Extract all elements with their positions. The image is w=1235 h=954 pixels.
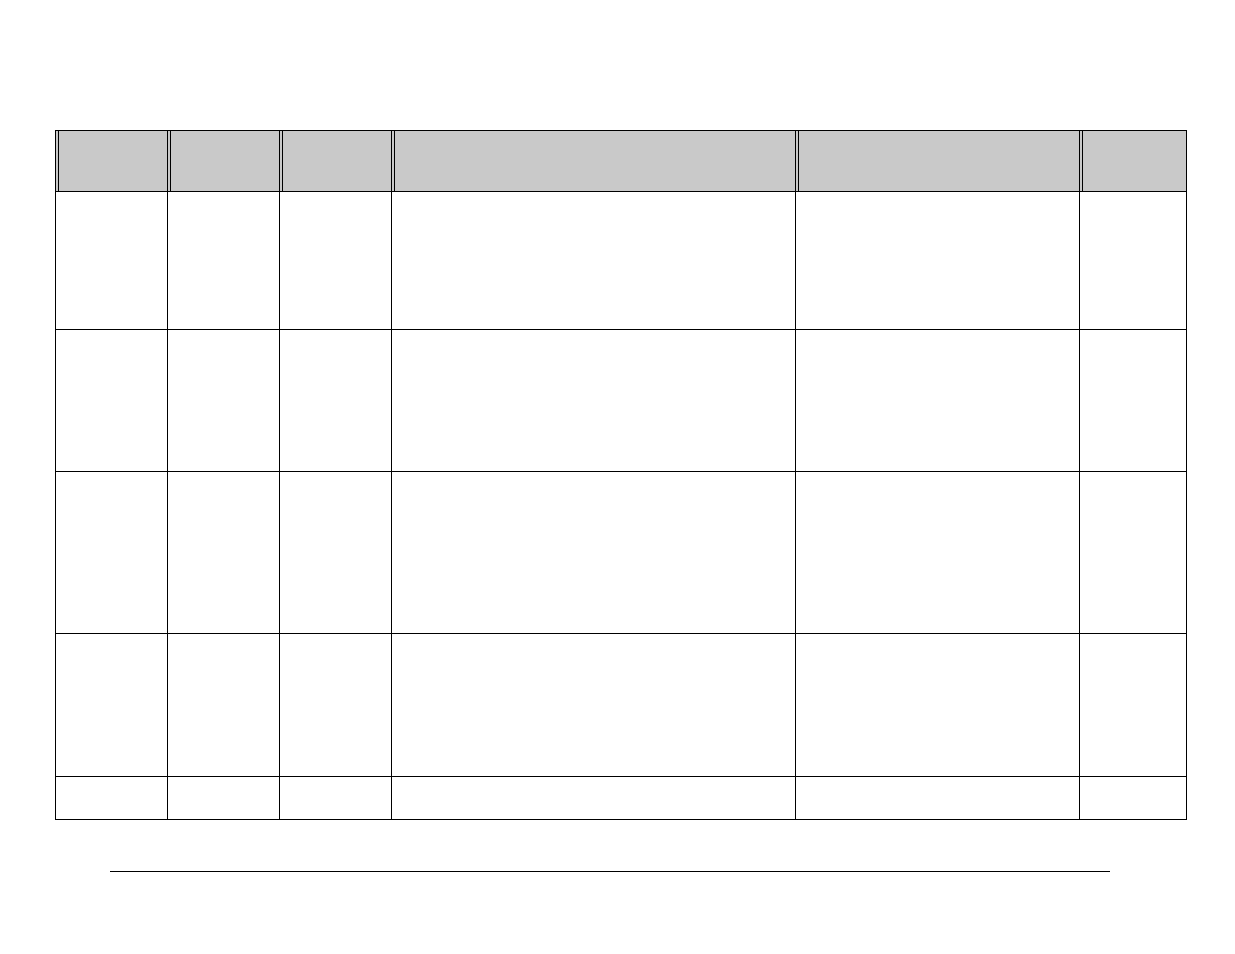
table-cell (796, 330, 1080, 472)
table-row (56, 472, 1187, 634)
table-row (56, 634, 1187, 777)
table-header-cell (391, 131, 796, 192)
table-cell (1080, 330, 1187, 472)
table-cell (796, 192, 1080, 330)
table-cell (796, 777, 1080, 820)
table-cell (1080, 472, 1187, 634)
table-header-cell (279, 131, 391, 192)
table-cell (391, 330, 796, 472)
table-cell (279, 634, 391, 777)
table-cell (167, 330, 279, 472)
table-cell (391, 634, 796, 777)
table-row (56, 192, 1187, 330)
table-cell (1080, 192, 1187, 330)
table-cell (1080, 634, 1187, 777)
table-cell (167, 634, 279, 777)
table-header-row (56, 131, 1187, 192)
table-cell (56, 777, 168, 820)
table-cell (167, 192, 279, 330)
horizontal-rule (110, 871, 1110, 872)
table-cell (167, 777, 279, 820)
table-cell (279, 330, 391, 472)
table-cell (279, 192, 391, 330)
table-row (56, 777, 1187, 820)
main-table (55, 130, 1187, 820)
table-header-cell (1080, 131, 1187, 192)
table-cell (391, 472, 796, 634)
table-header-cell (796, 131, 1080, 192)
table-row (56, 330, 1187, 472)
table-cell (56, 330, 168, 472)
table-cell (796, 472, 1080, 634)
table-cell (391, 777, 796, 820)
table-cell (279, 472, 391, 634)
table-cell (1080, 777, 1187, 820)
table-cell (56, 192, 168, 330)
table-cell (167, 472, 279, 634)
table-header-cell (167, 131, 279, 192)
table-cell (56, 472, 168, 634)
table-header-cell (56, 131, 168, 192)
table-cell (279, 777, 391, 820)
table-cell (796, 634, 1080, 777)
table-cell (56, 634, 168, 777)
table-cell (391, 192, 796, 330)
